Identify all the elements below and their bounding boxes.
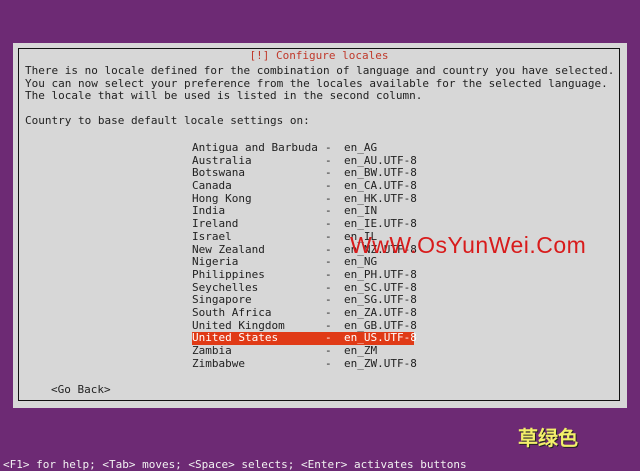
go-back-button[interactable]: <Go Back> (51, 383, 111, 396)
help-status-bar: <F1> for help; <Tab> moves; <Space> sele… (3, 458, 467, 471)
locale-list-item[interactable]: Zimbabwe - en_ZW.UTF-8 (192, 356, 417, 371)
locale-country: Philippines (192, 267, 265, 281)
locale-separator: - (325, 217, 332, 231)
locale-list-item[interactable]: Ireland - en_IE.UTF-8 (192, 217, 417, 231)
dialog-description: There is no locale defined for the combi… (25, 64, 615, 102)
locale-code: en_AG (344, 141, 378, 154)
locale-separator: - (325, 344, 332, 357)
locale-separator: - (325, 267, 332, 281)
locale-country: Israel (192, 229, 232, 243)
locale-separator: - (325, 305, 332, 319)
locale-country: Nigeria (192, 255, 239, 269)
locale-list-item[interactable]: Philippines - en_PH.UTF-8 (192, 267, 417, 282)
caption-watermark: 草绿色 (518, 426, 578, 450)
locale-list-item[interactable]: Hong Kong - en_HK.UTF-8 (192, 192, 417, 206)
locale-separator: - (325, 255, 332, 269)
locale-code: en_ZM (344, 344, 378, 357)
locale-separator: - (325, 141, 332, 154)
site-watermark: WwW.OsYunWei.Com (350, 232, 587, 258)
locale-list-item[interactable]: Antigua and Barbuda - en_AG (192, 141, 414, 155)
locale-country: Antigua and Barbuda (192, 141, 318, 154)
locale-list-item[interactable]: Zambia - en_ZM (192, 344, 414, 358)
configure-locales-dialog: [!] Configure locales There is no locale… (13, 43, 627, 408)
locale-code: en_CA.UTF-8 (344, 179, 417, 193)
locale-country: Zambia (192, 344, 232, 357)
locale-country: Zimbabwe (192, 356, 245, 370)
locale-code: en_ZW.UTF-8 (344, 356, 417, 370)
locale-separator: - (325, 229, 332, 243)
locale-country: South Africa (192, 305, 272, 319)
locale-code: en_ZA.UTF-8 (344, 305, 417, 319)
locale-code: en_PH.UTF-8 (344, 267, 417, 281)
locale-country: Ireland (192, 217, 239, 231)
locale-separator: - (325, 179, 332, 193)
dialog-title-bar: [!] Configure locales (19, 44, 619, 63)
locale-list-item[interactable]: South Africa - en_ZA.UTF-8 (192, 305, 417, 320)
dialog-title: [!] Configure locales (246, 49, 392, 62)
locale-list-item[interactable]: Canada - en_CA.UTF-8 (192, 179, 417, 193)
locale-prompt: Country to base default locale settings … (25, 114, 310, 127)
locale-country: Canada (192, 179, 232, 193)
locale-separator: - (325, 356, 332, 370)
locale-code: en_IE.UTF-8 (344, 217, 417, 231)
